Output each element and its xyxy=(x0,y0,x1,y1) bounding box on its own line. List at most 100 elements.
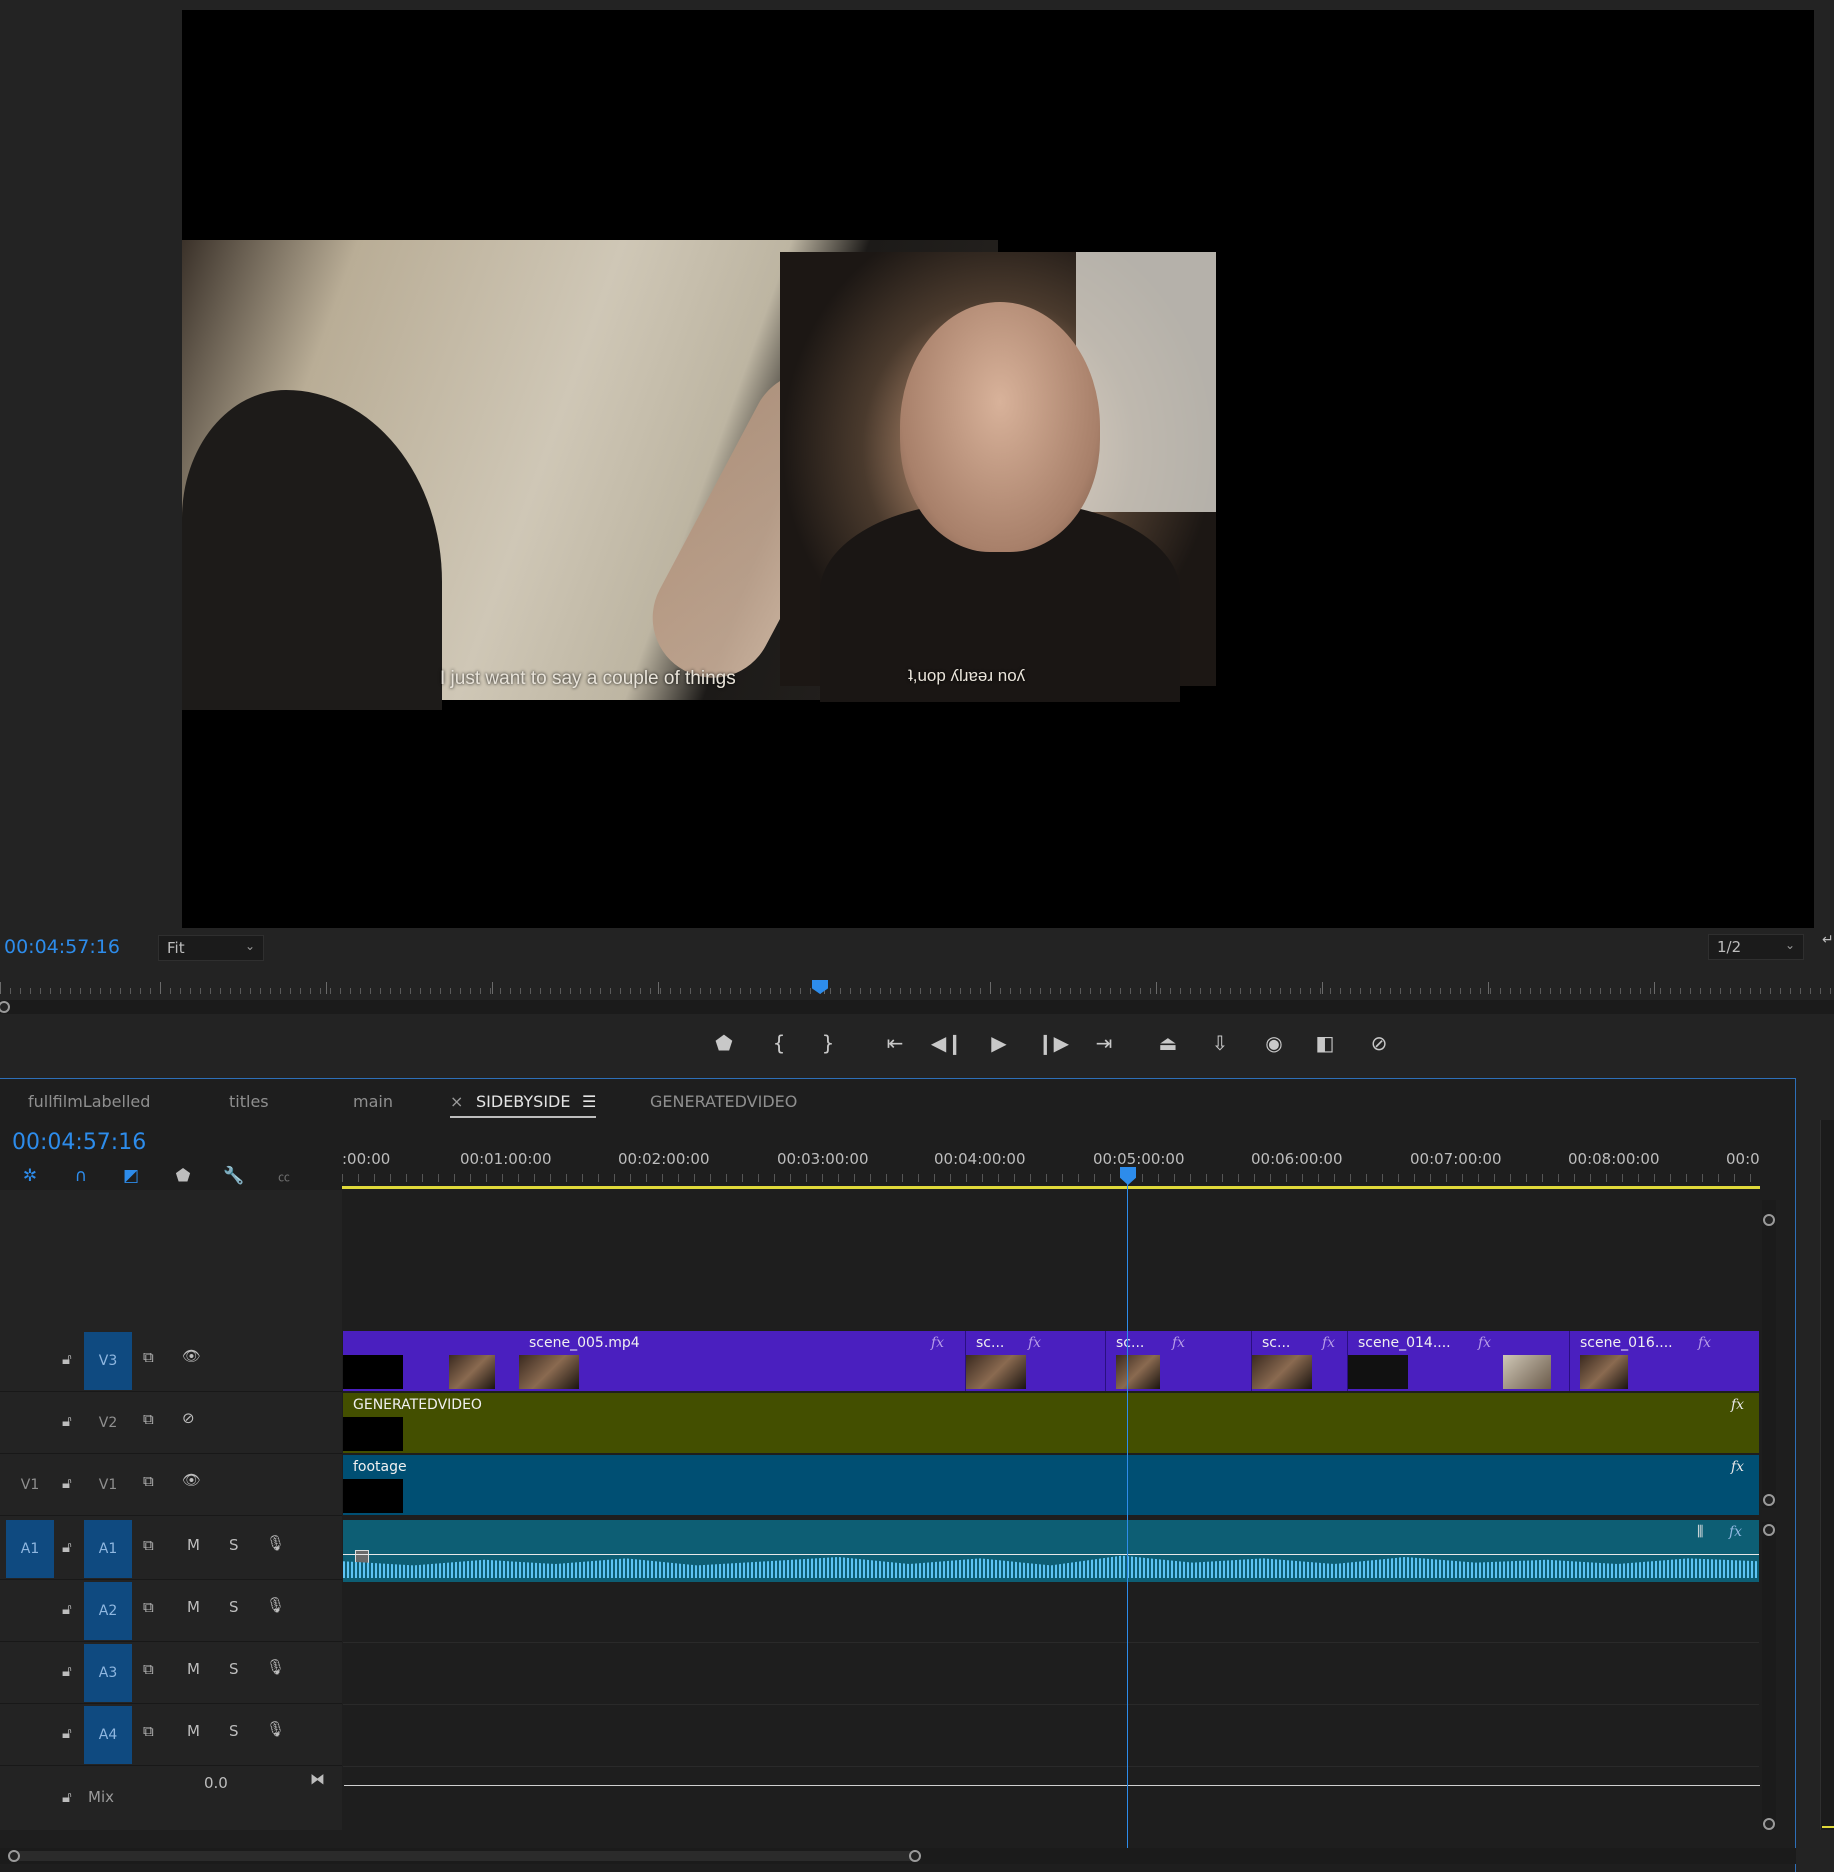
sync-lock-icon[interactable]: ⧉ xyxy=(143,1722,154,1740)
step-back-icon[interactable]: ◀❙ xyxy=(930,1026,964,1060)
fx-badge[interactable]: fx xyxy=(931,1335,944,1351)
play-icon[interactable]: ▶ xyxy=(982,1026,1016,1060)
sync-lock-icon[interactable]: ⧉ xyxy=(143,1598,154,1616)
sync-lock-icon[interactable]: ⧉ xyxy=(143,1410,154,1428)
mix-volume-value[interactable]: 0.0 xyxy=(204,1774,228,1792)
tab-sidebyside[interactable]: SIDEBYSIDE xyxy=(476,1092,570,1111)
volume-rubber-band[interactable] xyxy=(343,1554,1759,1555)
microphone-icon[interactable]: 🎙︎ xyxy=(266,1720,285,1738)
mute-button[interactable]: M xyxy=(187,1536,200,1554)
mix-volume-line[interactable] xyxy=(344,1785,1760,1786)
lock-icon[interactable]: 🔓︎ xyxy=(62,1600,72,1618)
target-v3[interactable]: V3 xyxy=(84,1332,132,1390)
solo-button[interactable]: S xyxy=(229,1722,239,1740)
lock-icon[interactable]: 🔓︎ xyxy=(62,1538,72,1556)
clip-sc-2[interactable]: sc... fx xyxy=(1105,1331,1201,1391)
timeline-time-ruler[interactable]: :00:00 00:01:00:00 00:02:00:00 00:03:00:… xyxy=(342,1140,1760,1188)
clip-scene-016[interactable]: scene_016.... fx xyxy=(1569,1331,1729,1391)
scroll-handle[interactable] xyxy=(1763,1818,1775,1830)
sync-lock-icon[interactable]: ⧉ xyxy=(143,1536,154,1554)
lock-icon[interactable]: 🔓︎ xyxy=(62,1724,72,1742)
microphone-icon[interactable]: 🎙︎ xyxy=(266,1658,285,1676)
sync-lock-icon[interactable]: ⧉ xyxy=(143,1660,154,1678)
solo-button[interactable]: S xyxy=(229,1536,239,1554)
fx-badge[interactable]: fx xyxy=(1698,1335,1711,1351)
target-a2[interactable]: A2 xyxy=(84,1582,132,1640)
snap-icon[interactable]: ∩ xyxy=(68,1165,94,1187)
export-frame-icon[interactable]: ◉ xyxy=(1257,1026,1291,1060)
microphone-icon[interactable]: 🎙︎ xyxy=(266,1596,285,1614)
eye-hidden-icon[interactable]: ⊘ xyxy=(182,1409,195,1427)
mute-button[interactable]: M xyxy=(187,1598,200,1616)
audio-tracks-scrollbar[interactable] xyxy=(1762,1522,1776,1830)
clip-sc-3[interactable]: sc... fx xyxy=(1251,1331,1347,1391)
lock-icon[interactable]: 🔓︎ xyxy=(62,1662,72,1680)
program-monitor-video[interactable]: I just want to say a couple of things ʇ,… xyxy=(182,10,1814,928)
source-a1[interactable]: A1 xyxy=(6,1520,54,1578)
lift-icon[interactable]: ⏏ xyxy=(1151,1026,1185,1060)
monitor-timecode[interactable]: 00:04:57:16 xyxy=(4,936,120,958)
lock-icon[interactable]: 🔓︎ xyxy=(62,1788,72,1806)
target-v2[interactable]: V2 xyxy=(84,1394,132,1452)
extract-icon[interactable]: ⇩ xyxy=(1203,1026,1237,1060)
target-a3[interactable]: A3 xyxy=(84,1644,132,1702)
mark-out-icon[interactable]: } xyxy=(811,1026,845,1060)
lock-icon[interactable]: 🔓︎ xyxy=(62,1412,72,1430)
eye-icon[interactable]: 👁︎ xyxy=(182,1471,201,1489)
lock-icon[interactable]: 🔓︎ xyxy=(62,1350,72,1368)
step-forward-icon[interactable]: ❙▶ xyxy=(1036,1026,1070,1060)
fx-badge[interactable]: fx xyxy=(1731,1459,1744,1475)
add-marker-icon[interactable]: ⬟ xyxy=(170,1165,196,1187)
captions-icon[interactable]: ㏄ xyxy=(271,1165,297,1187)
target-a4[interactable]: A4 xyxy=(84,1706,132,1764)
fx-badge[interactable]: fx xyxy=(1478,1335,1491,1351)
microphone-icon[interactable]: 🎙︎ xyxy=(266,1534,285,1552)
tab-fullfilmlabelled[interactable]: fullfilmLabelled xyxy=(28,1092,150,1111)
clip-generatedvideo[interactable]: GENERATEDVIDEO fx xyxy=(343,1393,1759,1453)
linked-selection-icon[interactable]: ◩ xyxy=(118,1165,144,1187)
mark-in-icon[interactable]: { xyxy=(762,1026,796,1060)
fx-badge[interactable]: fx xyxy=(1731,1397,1744,1413)
clip-scene-005[interactable]: scene_005.mp4 fx xyxy=(519,1331,965,1391)
source-v1[interactable]: V1 xyxy=(6,1456,54,1514)
video-tracks-scrollbar[interactable] xyxy=(1762,1200,1776,1508)
nest-sequences-icon[interactable]: ✲ xyxy=(17,1165,43,1187)
timeline-timecode[interactable]: 00:04:57:16 xyxy=(12,1130,146,1155)
playback-resolution-dropdown[interactable]: 1/2 ⌄ xyxy=(1708,934,1804,960)
scroll-handle-left[interactable] xyxy=(0,1001,10,1013)
tab-menu-icon[interactable]: ☰ xyxy=(582,1092,596,1111)
toggle-proxies-icon[interactable]: ⊘ xyxy=(1362,1026,1396,1060)
solo-button[interactable]: S xyxy=(229,1660,239,1678)
go-to-out-icon[interactable]: ⇥ xyxy=(1087,1026,1121,1060)
panel-menu-icon[interactable]: ↵ xyxy=(1822,932,1834,948)
solo-button[interactable]: S xyxy=(229,1598,239,1616)
scroll-handle[interactable] xyxy=(1763,1524,1775,1536)
zoom-level-dropdown[interactable]: Fit ⌄ xyxy=(158,935,264,961)
tab-close-icon[interactable]: × xyxy=(450,1092,463,1111)
scroll-handle[interactable] xyxy=(1763,1214,1775,1226)
target-v1[interactable]: V1 xyxy=(84,1456,132,1514)
scroll-handle[interactable] xyxy=(1763,1494,1775,1506)
timeline-scroll-thumb[interactable] xyxy=(12,1851,916,1861)
clip-footage[interactable]: footage fx xyxy=(343,1455,1759,1515)
go-to-in-icon[interactable]: ⇤ xyxy=(878,1026,912,1060)
clip-sc-1[interactable]: sc... fx xyxy=(965,1331,1055,1391)
audio-clip-a1[interactable]: ⫼ fx xyxy=(343,1520,1759,1582)
scroll-handle-right[interactable] xyxy=(909,1850,921,1862)
lock-icon[interactable]: 🔓︎ xyxy=(62,1474,72,1492)
fx-badge[interactable]: fx xyxy=(1729,1524,1742,1540)
fx-badge[interactable]: fx xyxy=(1322,1335,1335,1351)
tab-generatedvideo[interactable]: GENERATEDVIDEO xyxy=(650,1092,797,1111)
tab-titles[interactable]: titles xyxy=(229,1092,269,1111)
mute-button[interactable]: M xyxy=(187,1722,200,1740)
tab-main[interactable]: main xyxy=(353,1092,393,1111)
monitor-time-ruler[interactable] xyxy=(0,978,1834,1000)
fx-badge[interactable]: fx xyxy=(1028,1335,1041,1351)
mute-button[interactable]: M xyxy=(187,1660,200,1678)
comparison-view-icon[interactable]: ◧ xyxy=(1308,1026,1342,1060)
monitor-zoom-scrollbar[interactable] xyxy=(0,1000,1834,1014)
fx-badge[interactable]: fx xyxy=(1172,1335,1185,1351)
go-to-next-keyframe-icon[interactable]: ⧓ xyxy=(310,1770,325,1788)
wrench-icon[interactable]: 🔧 xyxy=(221,1165,247,1187)
eye-icon[interactable]: 👁︎ xyxy=(182,1347,201,1365)
